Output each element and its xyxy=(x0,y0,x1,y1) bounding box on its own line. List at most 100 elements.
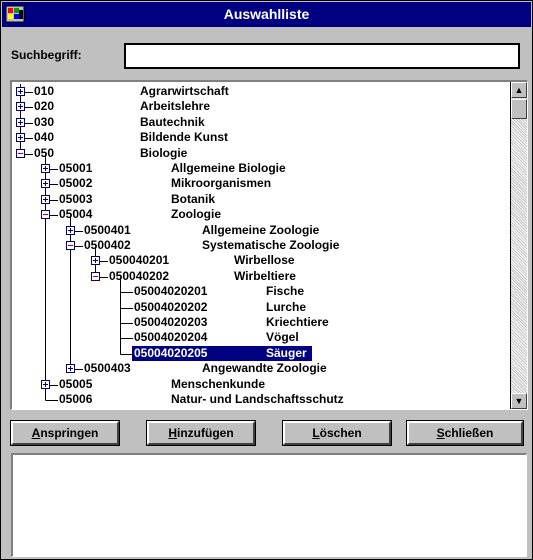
tree-item-code: 05002 xyxy=(59,176,93,190)
tree-item[interactable]: 05001 Allgemeine Biologie xyxy=(12,161,510,176)
vertical-scrollbar[interactable]: ▲ ▼ xyxy=(510,82,527,409)
expand-plus-icon[interactable] xyxy=(91,256,100,265)
tree-item-code: 020 xyxy=(34,99,55,113)
output-area[interactable] xyxy=(11,453,527,557)
tree-item[interactable]: 050040202 Wirbeltiere xyxy=(12,269,510,284)
tree-item-name: Zoologie xyxy=(171,207,221,221)
close-mnemonic: S xyxy=(436,425,445,440)
delete-mnemonic: L xyxy=(312,425,320,440)
tree-item-code: 05004020201 xyxy=(134,284,208,298)
tree-item-name: Säuger xyxy=(266,346,307,360)
expand-plus-icon[interactable] xyxy=(41,164,50,173)
expand-plus-icon[interactable] xyxy=(41,179,50,188)
tree-item-name: Menschenkunde xyxy=(171,377,266,391)
tree-item-name: Angewandte Zoologie xyxy=(202,361,327,375)
tree-item-code: 0500402 xyxy=(84,238,131,252)
tree-item-name: Wirbeltiere xyxy=(234,269,296,283)
search-row: Suchbegriff: xyxy=(11,43,521,69)
add-mnemonic: H xyxy=(168,425,177,440)
tree-item-code: 05004020204 xyxy=(134,330,208,344)
scroll-thumb[interactable] xyxy=(511,99,527,119)
tree-item[interactable]: 020 Arbeitslehre xyxy=(12,99,510,114)
tree-item-code: 05004020202 xyxy=(134,300,208,314)
tree-item[interactable]: 05006 Natur- und Landschaftsschutz xyxy=(12,392,510,407)
window-title: Auswahlliste xyxy=(223,6,310,22)
tree-item-code: 050040201 xyxy=(109,253,170,267)
tree-item[interactable]: 05004020201 Fische xyxy=(12,284,510,299)
tree-item-code: 0500401 xyxy=(84,223,131,237)
tree-item-code: 05004 xyxy=(59,207,93,221)
tree-item[interactable]: 05004020203 Kriechtiere xyxy=(12,315,510,330)
tree-view[interactable]: 010 Agrarwirtschaft 020 Arbeitslehre 030 Baut… xyxy=(10,80,528,410)
tree-item-name: Agrarwirtschaft xyxy=(140,84,229,98)
collapse-minus-icon[interactable] xyxy=(16,149,25,158)
tree-item[interactable]: 0500403 Angewandte Zoologie xyxy=(12,361,510,376)
delete-label: öschen xyxy=(319,425,362,440)
tree-item-code: 030 xyxy=(34,115,55,129)
expand-plus-icon[interactable] xyxy=(16,102,25,111)
tree-item-code: 05004020203 xyxy=(134,315,208,329)
tree-item[interactable]: 0500402 Systematische Zoologie xyxy=(12,238,510,253)
expand-plus-icon[interactable] xyxy=(41,380,50,389)
tree-item-name: Bildende Kunst xyxy=(140,130,229,144)
tree-item[interactable]: 010 Agrarwirtschaft xyxy=(12,84,510,99)
tree-item[interactable]: 040 Bildende Kunst xyxy=(12,130,510,145)
expand-plus-icon[interactable] xyxy=(66,226,75,235)
collapse-minus-icon[interactable] xyxy=(66,241,75,250)
tree-item-name: Vögel xyxy=(266,330,299,344)
add-label: inzufügen xyxy=(177,425,234,440)
tree-item-code: 05003 xyxy=(59,192,93,206)
expand-plus-icon[interactable] xyxy=(41,195,50,204)
tree-item-name: Allgemeine Zoologie xyxy=(202,223,320,237)
collapse-minus-icon[interactable] xyxy=(41,210,50,219)
expand-plus-icon[interactable] xyxy=(16,118,25,127)
tree-item[interactable]: 05004020204 Vögel xyxy=(12,330,510,345)
tree-item[interactable]: 050040201 Wirbellose xyxy=(12,253,510,268)
tree-item-code: 05001 xyxy=(59,161,93,175)
tree-item[interactable]: 030 Bautechnik xyxy=(12,115,510,130)
tree-item-code: 010 xyxy=(34,84,55,98)
tree-item-code: 050 xyxy=(34,146,55,160)
close-label: chließen xyxy=(444,425,494,440)
tree-item-name: Arbeitslehre xyxy=(140,99,211,113)
tree-item-name: Kriechtiere xyxy=(266,315,329,329)
expand-plus-icon[interactable] xyxy=(16,87,25,96)
tree-item[interactable]: 050 Biologie xyxy=(12,146,510,161)
tree-item[interactable]: 0500401 Allgemeine Zoologie xyxy=(12,223,510,238)
tree-item-code: 05004020205 xyxy=(134,346,208,360)
tree-item-name: Fische xyxy=(266,284,305,298)
tree-content: 010 Agrarwirtschaft 020 Arbeitslehre 030 Baut… xyxy=(12,82,510,409)
arrow-down-icon[interactable]: ▼ xyxy=(511,393,527,409)
tree-item-code: 05006 xyxy=(59,392,93,406)
tree-item[interactable]: 05004020202 Lurche xyxy=(12,300,510,315)
tree-item[interactable]: 05004 Zoologie xyxy=(12,207,510,222)
tree-item-name: Systematische Zoologie xyxy=(202,238,340,252)
tree-item-name: Mikroorganismen xyxy=(171,176,272,190)
tree-item[interactable]: 05003 Botanik xyxy=(12,192,510,207)
tree-item-name: Natur- und Landschaftsschutz xyxy=(171,392,344,406)
tree-item-name: Biologie xyxy=(140,146,188,160)
search-input[interactable] xyxy=(124,43,520,69)
tree-item[interactable]: 05004020205 Säuger xyxy=(12,346,510,361)
window: Auswahlliste Suchbegriff: 010 Agrarwirtsc… xyxy=(0,0,533,560)
button-bar: Anspringen Hinzufügen Löschen Schließen xyxy=(10,420,527,447)
tree-item[interactable]: 05005 Menschenkunde xyxy=(12,377,510,392)
tree-item-name: Bautechnik xyxy=(140,115,205,129)
title-bar[interactable]: Auswahlliste xyxy=(2,2,531,27)
tree-item-code: 040 xyxy=(34,130,55,144)
collapse-minus-icon[interactable] xyxy=(91,272,100,281)
expand-plus-icon[interactable] xyxy=(16,133,25,142)
tree-item[interactable]: 05002 Mikroorganismen xyxy=(12,176,510,191)
tree-item-name: Lurche xyxy=(266,300,307,314)
jump-button[interactable]: Anspringen xyxy=(10,420,120,446)
expand-plus-icon[interactable] xyxy=(66,364,75,373)
add-button[interactable]: Hinzufügen xyxy=(146,420,256,446)
close-button[interactable]: Schließen xyxy=(406,420,524,446)
tree-item-code: 050040202 xyxy=(109,269,170,283)
delete-button[interactable]: Löschen xyxy=(282,420,392,446)
search-label: Suchbegriff: xyxy=(11,48,82,62)
tree-item-name: Wirbellose xyxy=(234,253,295,267)
arrow-up-icon[interactable]: ▲ xyxy=(511,82,527,98)
tree-item-code: 05005 xyxy=(59,377,93,391)
tree-item-code: 0500403 xyxy=(84,361,131,375)
